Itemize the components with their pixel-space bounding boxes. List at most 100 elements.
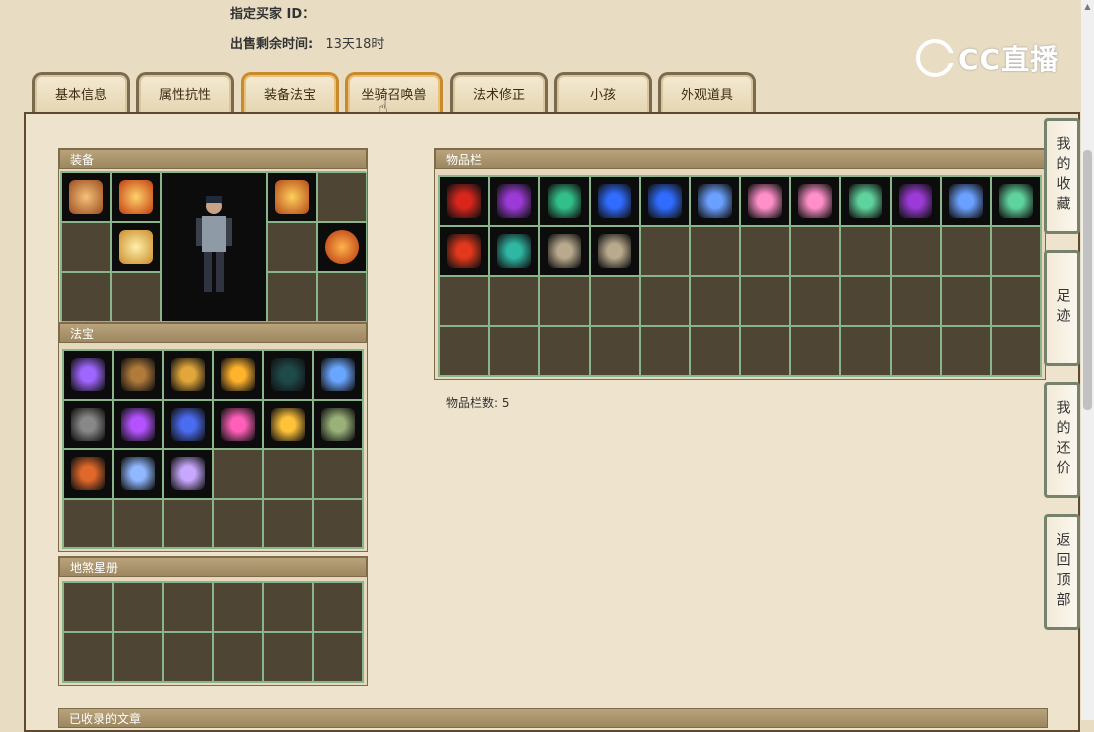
tab-attributes[interactable]: 属性抗性 [136, 72, 234, 114]
inventory-slot-empty[interactable] [639, 276, 690, 326]
inventory-slot-red-gem[interactable] [439, 176, 490, 226]
inventory-slot-empty[interactable] [740, 326, 791, 376]
inventory-slot-empty[interactable] [990, 226, 1041, 276]
inventory-slot-red-orb[interactable] [439, 226, 490, 276]
star-book-slot-empty[interactable] [313, 632, 363, 682]
treasure-slot-jade-seal[interactable] [313, 399, 363, 449]
equipment-slot-empty[interactable] [267, 222, 317, 272]
inventory-slot-empty[interactable] [589, 326, 640, 376]
inventory-slot-empty[interactable] [589, 276, 640, 326]
inventory-slot-empty[interactable] [990, 276, 1041, 326]
treasure-slot-purple-lantern[interactable] [63, 350, 113, 400]
treasure-slot-empty[interactable] [313, 498, 363, 548]
treasure-slot-ice-gauntlet[interactable] [313, 350, 363, 400]
star-book-slot-empty[interactable] [263, 632, 313, 682]
treasure-slot-gold-phoenix[interactable] [263, 399, 313, 449]
treasure-slot-grey-claw[interactable] [63, 399, 113, 449]
treasure-slot-bronze-tablet[interactable] [113, 350, 163, 400]
inventory-slot-empty[interactable] [639, 326, 690, 376]
inventory-slot-blue-orb[interactable] [589, 176, 640, 226]
inventory-slot-empty[interactable] [890, 276, 941, 326]
inventory-slot-empty[interactable] [840, 276, 891, 326]
star-book-slot-empty[interactable] [313, 582, 363, 632]
inventory-slot-empty[interactable] [740, 226, 791, 276]
inventory-slot-blue-crystal[interactable] [940, 176, 991, 226]
inventory-slot-empty[interactable] [689, 326, 740, 376]
inventory-slot-empty[interactable] [840, 326, 891, 376]
star-book-slot-empty[interactable] [113, 632, 163, 682]
inventory-slot-empty[interactable] [940, 326, 991, 376]
inventory-slot-empty[interactable] [740, 276, 791, 326]
treasure-slot-fire-pagoda[interactable] [213, 350, 263, 400]
inventory-slot-purple-crystal[interactable] [890, 176, 941, 226]
equipment-slot-empty[interactable] [267, 272, 317, 322]
tab-basic-info[interactable]: 基本信息 [32, 72, 130, 114]
inventory-slot-empty[interactable] [639, 226, 690, 276]
star-book-slot-empty[interactable] [213, 582, 263, 632]
back-to-top-button[interactable]: 返回顶部 [1044, 514, 1080, 630]
treasure-slot-blue-book[interactable] [163, 399, 213, 449]
inventory-slot-empty[interactable] [689, 276, 740, 326]
treasure-slot-empty[interactable] [63, 498, 113, 548]
inventory-slot-empty[interactable] [790, 276, 841, 326]
equipment-slot-necklace[interactable] [267, 172, 317, 222]
tab-mounts-pets[interactable]: 坐骑召唤兽 [345, 72, 443, 114]
inventory-slot-empty[interactable] [539, 326, 590, 376]
inventory-slot-empty[interactable] [990, 326, 1041, 376]
page-scrollbar[interactable]: ▲ [1081, 0, 1094, 720]
my-favorites-button[interactable]: 我的收藏 [1044, 118, 1080, 234]
footprints-button[interactable]: 足迹 [1044, 250, 1080, 366]
treasure-slot-empty[interactable] [163, 498, 213, 548]
inventory-slot-blue-crystal[interactable] [689, 176, 740, 226]
star-book-slot-empty[interactable] [163, 632, 213, 682]
inventory-slot-green-drop[interactable] [539, 176, 590, 226]
treasure-slot-frost-talon[interactable] [113, 449, 163, 499]
inventory-slot-green-tablet[interactable] [840, 176, 891, 226]
treasure-slot-pink-lantern[interactable] [213, 399, 263, 449]
scroll-up-icon[interactable]: ▲ [1081, 0, 1094, 14]
star-book-slot-empty[interactable] [63, 632, 113, 682]
inventory-slot-empty[interactable] [439, 326, 490, 376]
inventory-slot-green-tablet[interactable] [990, 176, 1041, 226]
inventory-slot-empty[interactable] [539, 276, 590, 326]
equipment-slot-empty[interactable] [111, 272, 161, 322]
inventory-slot-hero-card[interactable] [539, 226, 590, 276]
treasure-slot-spirit-ribbon[interactable] [163, 449, 213, 499]
inventory-slot-empty[interactable] [439, 276, 490, 326]
my-offers-button[interactable]: 我的还价 [1044, 382, 1080, 498]
treasure-slot-empty[interactable] [313, 449, 363, 499]
inventory-slot-pink-heart[interactable] [790, 176, 841, 226]
equipment-slot-robe[interactable] [111, 222, 161, 272]
treasure-slot-red-book[interactable] [63, 449, 113, 499]
inventory-slot-hero-card[interactable] [589, 226, 640, 276]
equipment-slot-amulet[interactable] [317, 222, 367, 272]
treasure-slot-golden-lute[interactable] [163, 350, 213, 400]
treasure-slot-empty[interactable] [263, 498, 313, 548]
inventory-slot-empty[interactable] [890, 326, 941, 376]
equipment-slot-empty[interactable] [317, 172, 367, 222]
treasure-slot-empty[interactable] [213, 498, 263, 548]
inventory-slot-purple-crystal[interactable] [489, 176, 540, 226]
tab-equipment[interactable]: 装备法宝 [241, 72, 339, 114]
equipment-slot-empty[interactable] [61, 222, 111, 272]
inventory-slot-empty[interactable] [790, 326, 841, 376]
treasure-slot-empty[interactable] [213, 449, 263, 499]
inventory-slot-empty[interactable] [489, 326, 540, 376]
inventory-slot-empty[interactable] [489, 276, 540, 326]
treasure-slot-dark-orb[interactable] [263, 350, 313, 400]
equipment-slot-hat[interactable] [61, 172, 111, 222]
inventory-slot-empty[interactable] [940, 276, 991, 326]
tab-appearance[interactable]: 外观道具 [658, 72, 756, 114]
star-book-slot-empty[interactable] [63, 582, 113, 632]
inventory-slot-pink-heart[interactable] [740, 176, 791, 226]
equipment-slot-crown[interactable] [111, 172, 161, 222]
equipment-slot-empty[interactable] [61, 272, 111, 322]
star-book-slot-empty[interactable] [113, 582, 163, 632]
inventory-slot-blue-orb[interactable] [639, 176, 690, 226]
inventory-slot-empty[interactable] [840, 226, 891, 276]
inventory-slot-teal-orb[interactable] [489, 226, 540, 276]
treasure-slot-purple-whip[interactable] [113, 399, 163, 449]
treasure-slot-empty[interactable] [263, 449, 313, 499]
star-book-slot-empty[interactable] [213, 632, 263, 682]
equipment-slot-empty[interactable] [317, 272, 367, 322]
